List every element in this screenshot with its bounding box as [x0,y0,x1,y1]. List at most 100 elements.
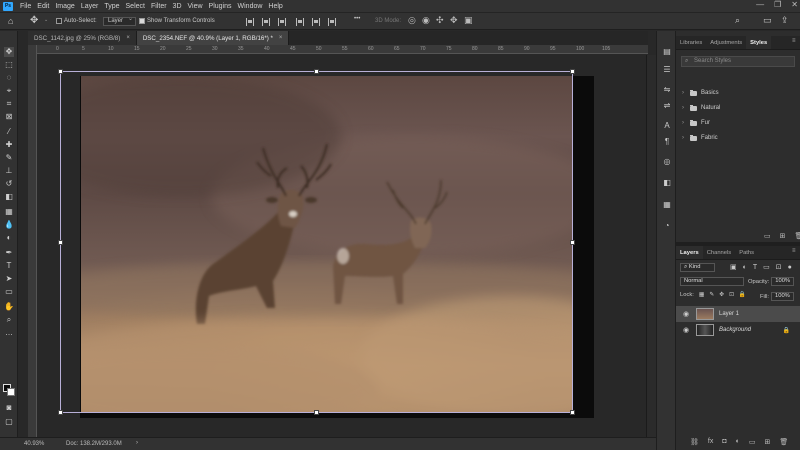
menu-type[interactable]: Type [101,3,122,10]
shape-tool-icon[interactable]: ▭ [4,287,14,297]
3d-slide-icon[interactable]: ✥ [450,15,458,26]
marquee-tool-icon[interactable]: ⬚ [4,60,14,70]
tab-channels[interactable]: Channels [703,246,736,259]
frame-tool-icon[interactable]: ⊠ [4,112,14,122]
search-icon[interactable]: ⌕ [735,15,740,26]
tab-layers[interactable]: Layers [676,246,703,259]
style-folder-natural[interactable]: › Natural [682,103,720,113]
menu-filter[interactable]: Filter [148,3,170,10]
minimize-button[interactable]: — [756,0,764,9]
new-group-icon[interactable]: ▭ [749,438,756,446]
menu-plugins[interactable]: Plugins [206,3,235,10]
history-brush-icon[interactable]: ↺ [4,179,14,189]
3d-orbit-icon[interactable]: ◎ [408,15,416,26]
layer-name[interactable]: Background [719,327,751,333]
home-icon[interactable]: ⌂ [8,16,13,26]
layer-row-layer-1[interactable]: ◉ Layer 1 [676,306,800,322]
status-menu-arrow[interactable]: › [136,440,138,446]
type-tool-icon[interactable]: T [4,261,14,271]
new-layer-icon[interactable]: ⊞ [764,438,770,446]
history-panel-icon[interactable]: ▤ [662,47,672,57]
filter-pixel-icon[interactable]: ▣ [730,263,737,271]
3d-pan-icon[interactable]: ✣ [436,15,444,26]
stamp-tool-icon[interactable]: ⊥ [4,166,14,176]
tab-paths[interactable]: Paths [735,246,758,259]
lock-position-icon[interactable]: ✥ [719,292,724,298]
align-left-icon[interactable] [246,18,254,26]
lasso-tool-icon[interactable]: ◌ [4,73,14,83]
transform-handle-top[interactable] [314,69,319,74]
adjust-panel-icon[interactable]: ⇌ [662,101,672,111]
filter-smart-icon[interactable]: ⊡ [776,263,782,271]
gradient-tool-icon[interactable]: ▦ [4,207,14,217]
share-icon[interactable]: ⇪ [781,15,789,26]
align-top-icon[interactable] [296,18,304,26]
more-options-button[interactable]: ••• [354,16,360,22]
close-tab-icon[interactable]: × [279,35,283,41]
auto-select-checkbox[interactable] [56,18,62,24]
info-panel-icon[interactable]: ◎ [662,157,672,167]
align-right-icon[interactable] [278,18,286,26]
vertical-ruler[interactable] [28,45,37,437]
link-layers-icon[interactable]: ⛓ [690,438,699,446]
move-tool-icon[interactable]: ✥ [4,47,14,57]
show-transform-checkbox[interactable] [139,18,145,24]
fill-input[interactable]: 100% [771,292,794,301]
menu-view[interactable]: View [185,3,206,10]
style-folder-fabric[interactable]: › Fabric [682,133,718,143]
visibility-eye-icon[interactable]: ◉ [681,310,691,318]
layer-row-background[interactable]: ◉ Background 🔒 [676,322,800,338]
delete-layer-icon[interactable]: 🗑 [779,438,788,446]
tab-adjustments[interactable]: Adjustments [706,36,746,49]
menu-layer[interactable]: Layer [78,3,102,10]
tab-dsc-1142[interactable]: DSC_1142.jpg @ 25% (RGB/8) × [28,31,137,45]
eraser-tool-icon[interactable]: ◧ [4,192,14,202]
menu-3d[interactable]: 3D [170,3,185,10]
blend-mode-dropdown[interactable]: Normal [680,277,744,286]
transform-handle-bottom-right[interactable] [570,410,575,415]
more-tools-icon[interactable]: … [4,328,14,338]
lock-transparent-icon[interactable]: ▦ [699,292,704,298]
chevron-down-icon[interactable]: ⌄ [44,17,48,23]
healing-tool-icon[interactable]: ✚ [4,140,14,150]
path-select-tool-icon[interactable]: ➤ [4,274,14,284]
menu-edit[interactable]: Edit [34,3,52,10]
align-bottom-icon[interactable] [328,18,336,26]
transform-handle-top-left[interactable] [58,69,63,74]
zoom-tool-icon[interactable]: ⌕ [4,315,14,325]
3d-roll-icon[interactable]: ◉ [422,15,430,26]
photoshop-logo-icon[interactable]: Ps [3,1,13,11]
auto-select-dropdown[interactable]: Layer [103,16,137,26]
crop-tool-icon[interactable]: ⌗ [4,99,14,109]
chevron-right-icon[interactable]: › [682,105,686,111]
show-transform-option[interactable]: Show Transform Controls [139,18,215,24]
filter-type-icon[interactable]: T [753,264,757,271]
transform-handle-bottom[interactable] [314,410,319,415]
adjustment-layer-icon[interactable]: ◐ [736,438,740,446]
chevron-right-icon[interactable]: › [682,120,686,126]
swatches-panel-icon[interactable]: ◧ [662,178,672,188]
quick-mask-icon[interactable]: ◙ [4,403,14,413]
menu-help[interactable]: Help [265,3,285,10]
transform-handle-top-right[interactable] [570,69,575,74]
transform-handle-right[interactable] [570,240,575,245]
auto-select-option[interactable]: Auto-Select: [56,18,97,24]
menu-window[interactable]: Window [235,3,266,10]
horizontal-ruler[interactable]: 0 5 10 15 20 25 30 35 40 45 50 55 60 65 … [28,45,648,54]
color-panel-icon[interactable]: ▦ [662,200,672,210]
pen-tool-icon[interactable]: ✒ [4,248,14,258]
filter-toggle-icon[interactable]: ● [788,264,792,271]
background-color-swatch[interactable] [7,388,15,396]
blur-tool-icon[interactable]: 💧 [4,220,14,230]
opacity-input[interactable]: 100% [771,277,795,286]
filter-kind-dropdown[interactable]: ⌕ Kind [680,263,716,272]
properties-panel-icon[interactable]: ☰ [662,65,672,75]
paragraph-panel-icon[interactable]: ¶ [662,137,672,147]
panel-menu-icon[interactable]: ≡ [792,248,796,254]
vertical-scrollbar[interactable] [646,55,656,437]
layer-style-icon[interactable]: fx [708,438,713,446]
tab-libraries[interactable]: Libraries [676,36,706,49]
tab-styles[interactable]: Styles [746,36,772,49]
navigator-panel-icon[interactable]: ◔ [662,221,672,231]
transform-handle-bottom-left[interactable] [58,410,63,415]
